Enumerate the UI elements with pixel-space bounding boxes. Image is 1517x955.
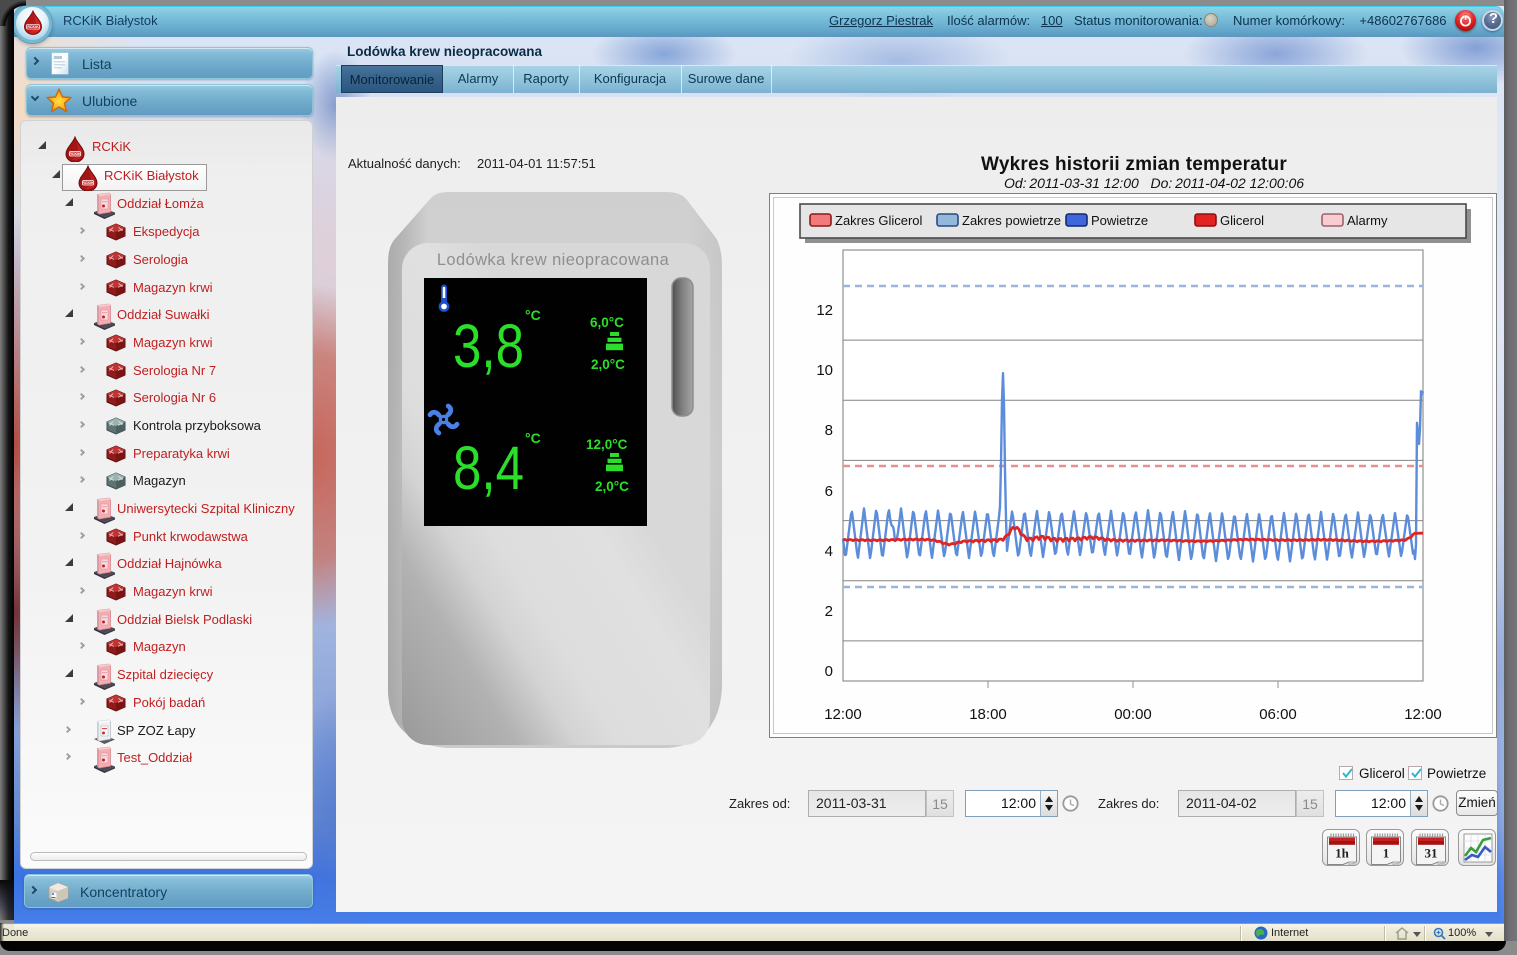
svg-text:°C: °C	[525, 430, 541, 446]
svg-text:Lodówka krew nieopracowana: Lodówka krew nieopracowana	[437, 251, 670, 269]
svg-text:1h: 1h	[1335, 846, 1350, 861]
svg-text:3,8: 3,8	[453, 312, 524, 380]
svg-text:12:00: 12:00	[1404, 706, 1442, 723]
svg-text:0: 0	[825, 663, 833, 680]
svg-text:°C: °C	[525, 307, 541, 323]
svg-text:31: 31	[1425, 846, 1438, 861]
svg-text:10: 10	[816, 362, 833, 379]
svg-text:8: 8	[825, 422, 833, 439]
svg-text:4: 4	[825, 543, 833, 560]
svg-text:12: 12	[816, 302, 833, 319]
svg-text:RCKiK: RCKiK	[69, 152, 81, 156]
svg-text:2: 2	[825, 603, 833, 620]
svg-text:Zakres powietrze: Zakres powietrze	[962, 213, 1061, 228]
svg-text:Zakres Glicerol: Zakres Glicerol	[835, 213, 923, 228]
svg-text:Powietrze: Powietrze	[1091, 213, 1148, 228]
svg-text:2,0°C: 2,0°C	[595, 479, 629, 494]
svg-text:8,4: 8,4	[453, 434, 524, 502]
svg-text:Alarmy: Alarmy	[1347, 213, 1388, 228]
svg-text:12:00: 12:00	[824, 706, 862, 723]
svg-text:Glicerol: Glicerol	[1220, 213, 1264, 228]
svg-text:6,0°C: 6,0°C	[590, 315, 624, 330]
svg-text:6: 6	[825, 483, 833, 500]
svg-text:12,0°C: 12,0°C	[586, 437, 628, 452]
svg-text:2,0°C: 2,0°C	[591, 357, 625, 372]
svg-text:00:00: 00:00	[1114, 706, 1152, 723]
svg-text:06:00: 06:00	[1259, 706, 1297, 723]
svg-text:18:00: 18:00	[969, 706, 1007, 723]
svg-text:RCKiK: RCKiK	[82, 181, 94, 185]
svg-text:RCKiK: RCKiK	[27, 25, 39, 29]
svg-text:1: 1	[1383, 846, 1390, 861]
